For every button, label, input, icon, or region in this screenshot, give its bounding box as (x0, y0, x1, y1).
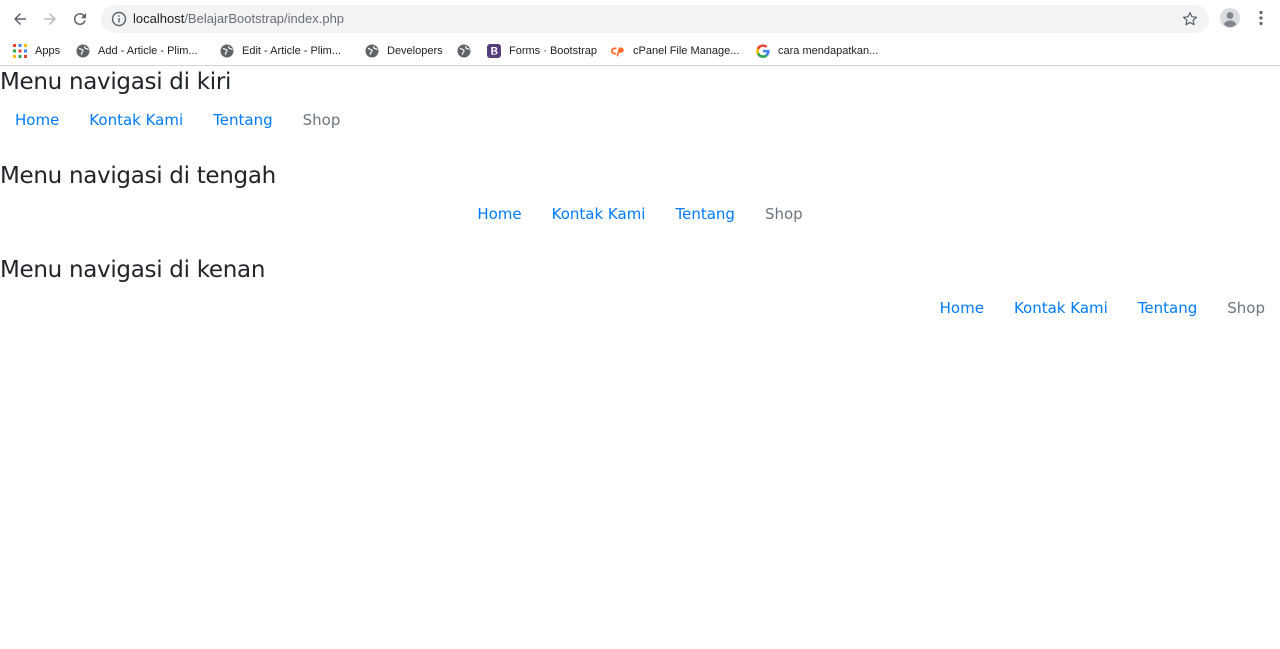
heading-right-nav: Menu navigasi di kenan (0, 257, 266, 283)
bookmark-developers[interactable]: Developers (365, 43, 443, 59)
nav-item: Kontak Kami (999, 296, 1123, 320)
reload-button[interactable] (68, 7, 92, 31)
nav-center: Home Kontak Kami Tentang Shop (0, 202, 1280, 226)
nav-left: Home Kontak Kami Tentang Shop (0, 108, 1280, 132)
nav-item: Tentang (660, 202, 749, 226)
globe-icon (76, 44, 90, 58)
bootstrap-icon (487, 44, 501, 58)
nav-item: Shop (1212, 296, 1280, 320)
bookmark-add-article[interactable]: Add - Article - Plim... (76, 43, 198, 59)
globe-icon (220, 44, 234, 58)
nav-link-kontak-kami[interactable]: Kontak Kami (537, 202, 661, 226)
cpanel-icon (611, 44, 625, 58)
heading-center-nav: Menu navigasi di tengah (0, 163, 276, 189)
nav-link-shop-disabled: Shop (1227, 299, 1265, 317)
globe-icon (457, 44, 471, 58)
bookmark-label: cPanel File Manage... (633, 45, 740, 57)
nav-link-kontak-kami[interactable]: Kontak Kami (74, 108, 198, 132)
apps-grid-icon (13, 44, 27, 58)
nav-link-tentang[interactable]: Tentang (660, 202, 749, 226)
bookmark-unnamed[interactable] (457, 43, 479, 59)
bookmarks-bar: Apps Add - Article - Plim... Edit - Arti… (0, 37, 1280, 66)
arrow-left-icon (14, 13, 26, 25)
back-button[interactable] (8, 7, 32, 31)
url-text[interactable]: localhost/BelajarBootstrap/index.php (133, 11, 344, 27)
nav-item: Tentang (1123, 296, 1212, 320)
nav-item: Tentang (198, 108, 287, 132)
nav-link-home[interactable]: Home (0, 108, 74, 132)
nav-link-home[interactable]: Home (925, 296, 999, 320)
browser-toolbar: localhost/BelajarBootstrap/index.php (0, 0, 1280, 37)
google-icon (756, 44, 770, 58)
bookmark-edit-article[interactable]: Edit - Article - Plim... (220, 43, 341, 59)
nav-item: Home (462, 202, 536, 226)
star-icon[interactable] (1181, 10, 1199, 28)
nav-item: Shop (750, 202, 818, 226)
kebab-menu-icon[interactable] (1252, 9, 1270, 27)
bookmark-cpanel[interactable]: cPanel File Manage... (611, 43, 739, 59)
forward-button[interactable] (38, 7, 62, 31)
bookmark-label: Apps (35, 45, 61, 57)
bookmark-cara-mendapatkan[interactable]: cara mendapatkan... (756, 43, 878, 59)
url-host: localhost (133, 11, 185, 26)
reload-icon (73, 13, 86, 26)
nav-item: Home (925, 296, 999, 320)
nav-link-shop-disabled: Shop (302, 111, 341, 129)
globe-icon (365, 44, 379, 58)
url-path: /BelajarBootstrap/index.php (184, 11, 345, 26)
nav-item: Kontak Kami (537, 202, 661, 226)
info-icon[interactable] (111, 11, 127, 27)
heading-left-nav: Menu navigasi di kiri (0, 69, 232, 95)
nav-item: Kontak Kami (74, 108, 198, 132)
nav-right: Home Kontak Kami Tentang Shop (0, 296, 1280, 320)
nav-item: Home (0, 108, 74, 132)
bookmark-forms-bootstrap[interactable]: Forms · Bootstrap (487, 43, 597, 59)
nav-link-tentang[interactable]: Tentang (198, 108, 287, 132)
bookmark-label: Edit - Article - Plim... (242, 45, 342, 57)
bookmark-label: Developers (387, 45, 443, 57)
nav-item: Shop (288, 108, 356, 132)
bookmark-label: Forms · Bootstrap (509, 45, 598, 57)
profile-icon[interactable] (1220, 8, 1240, 28)
bookmark-label: Add - Article - Plim... (98, 45, 198, 57)
bookmark-label: cara mendapatkan... (778, 45, 879, 57)
arrow-right-icon (44, 13, 56, 25)
bookmark-apps[interactable]: Apps (13, 43, 60, 59)
address-bar[interactable]: localhost/BelajarBootstrap/index.php (101, 5, 1209, 33)
nav-link-tentang[interactable]: Tentang (1123, 296, 1212, 320)
nav-link-kontak-kami[interactable]: Kontak Kami (999, 296, 1123, 320)
nav-link-shop-disabled: Shop (764, 205, 803, 223)
nav-link-home[interactable]: Home (462, 202, 536, 226)
